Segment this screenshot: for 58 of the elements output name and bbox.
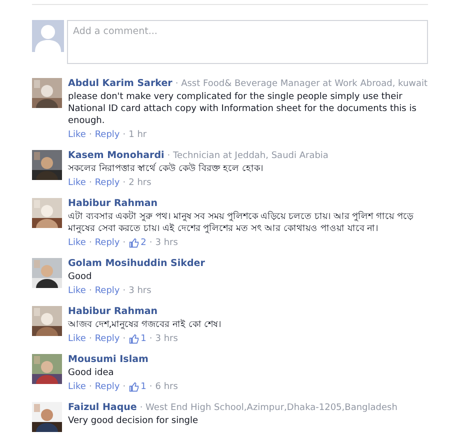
separator-dot: · [88,177,92,189]
commenter-headline: · West End High School,Azimpur,Dhaka-1205,Bangladesh [140,402,398,414]
comment-text: এটা ব্যবসার একটা সুরু পথ। মানুষ সব সময় পুলিশকে এড়িয়ে চলতে চায়। আর পুলিশ গায়ে পড়ে মানুষের সেবা করতে চায়। এই দেশের পুলিশের মত সৎ আর কোথায়ও পাওয়া যাবে না। [68,211,414,235]
commenter-headline: · Asst Food& Beverage Manager at Work Abroad, kuwait [175,78,428,90]
comment-text: Good [68,271,93,283]
separator-dot: · [122,381,126,393]
comment-time: 2 hrs [128,177,152,189]
action-link[interactable]: Reply [94,333,120,345]
action-link[interactable]: Like [68,333,86,345]
action-link[interactable]: Reply [94,177,120,189]
commenter-name[interactable]: Mousumi Islam [68,354,148,366]
comment-text: আজব দেশ,মানুষের গজবের নাই কো শেষ। [68,319,222,331]
commenter-name[interactable]: Golam Mosihuddin Sikder [68,258,205,270]
action-link[interactable]: Like [68,129,86,141]
separator-dot: · [149,237,152,249]
comment-text: Good idea [68,367,115,379]
separator-dot: · [122,129,126,141]
comment-text: সকলের নিরাপত্তার স্বার্থে কেউ কেউ বিরক্ত হলে হোক। [68,163,264,175]
comment-time: 1 hr [128,129,147,141]
action-link[interactable]: Reply [94,237,120,249]
comment-time: 3 hrs [128,285,152,297]
separator-dot: · [88,129,92,141]
action-link[interactable]: Reply [94,129,120,141]
commenter-name[interactable]: Faizul Haque [68,402,137,414]
separator-dot: · [122,333,126,345]
action-link[interactable]: Reply [94,285,120,297]
commenter-headline: · Technician at Jeddah, Saudi Arabia [167,150,328,162]
separator-dot: · [122,285,126,297]
commenter-name[interactable]: Kasem Monohardi [68,150,164,162]
like-count[interactable]: 1 [140,381,146,393]
like-count[interactable]: 2 [140,237,146,249]
separator-dot: · [122,237,126,249]
separator-dot: · [88,237,92,249]
comment-text: Very good decision for single [68,415,200,427]
comment-text: please don't make very complicated for the single people simply use their National ID card attach copy with Information sheet for the documents this is enough. [68,91,418,127]
person-silhouette-icon [32,20,64,52]
separator-dot: · [122,177,126,189]
action-link[interactable]: Like [68,237,86,249]
action-link[interactable]: Like [68,381,86,393]
action-link[interactable]: Reply [94,381,120,393]
thumbs-up-icon [128,382,139,392]
comment-field[interactable]: Add a comment... [67,20,428,64]
comment-time: 3 hrs [155,333,178,345]
separator-dot: · [88,381,92,393]
separator-dot: · [88,285,92,297]
commenter-name[interactable]: Habibur Rahman [68,198,158,210]
separator-dot: · [149,381,152,393]
separator-dot: · [149,333,152,345]
thumbs-up-icon [128,334,139,344]
like-count[interactable]: 1 [140,333,146,345]
action-link[interactable]: Like [68,285,86,297]
commenter-name[interactable]: Habibur Rahman [68,306,158,318]
action-link[interactable]: Like [68,177,86,189]
separator-dot: · [88,333,92,345]
commenter-name[interactable]: Abdul Karim Sarker [68,78,172,90]
comment-time: 6 hrs [155,381,178,393]
thumbs-up-icon [128,238,139,248]
comment-time: 3 hrs [155,237,178,249]
